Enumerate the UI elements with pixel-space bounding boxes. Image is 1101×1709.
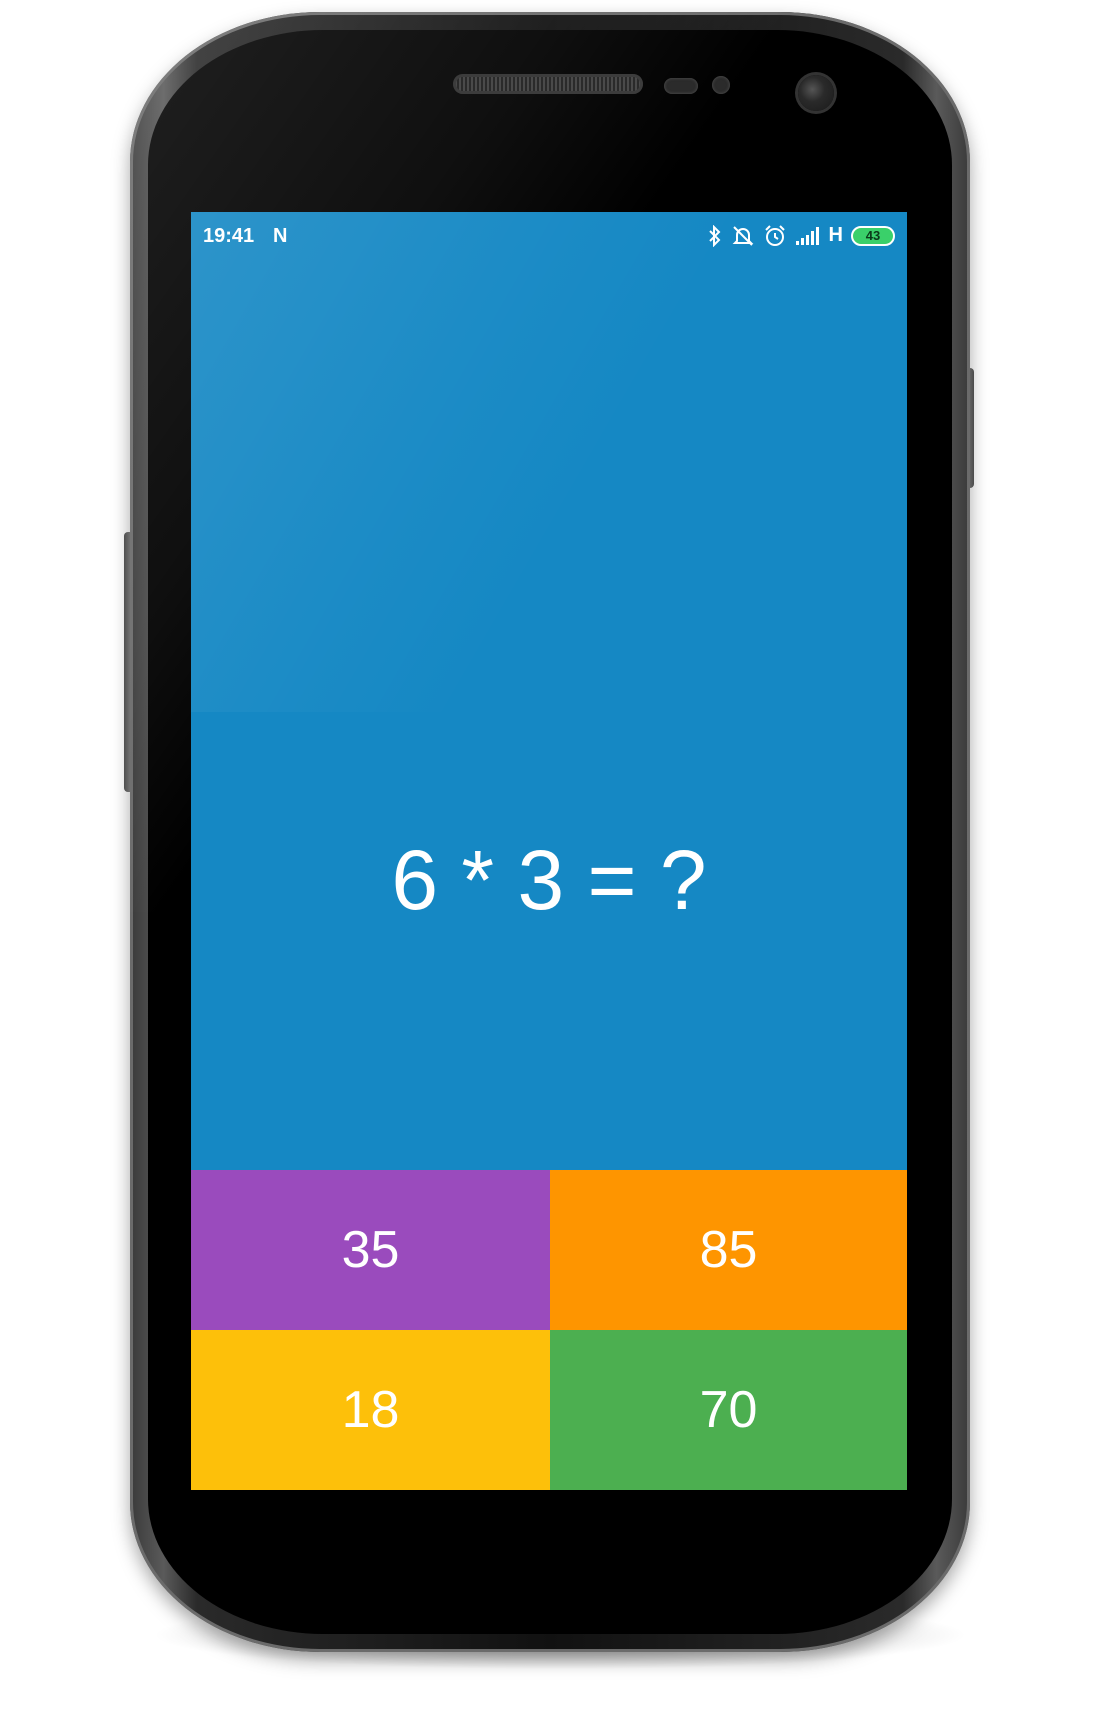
status-time: 19:41 [203,225,255,247]
device-mockup: 19:41 N H 43 6 * 3 = ? 35 85 18 70 [0,0,1101,1709]
status-bar: 19:41 N H 43 [191,212,907,262]
answer-button-3[interactable]: 18 [191,1330,550,1490]
network-type: H [828,224,843,246]
proximity-sensor [664,78,698,94]
alarm-off-icon [732,225,753,246]
signal-icon [795,226,819,245]
light-sensor [712,76,730,94]
answer-button-2[interactable]: 85 [550,1170,907,1330]
battery-level: 43 [865,228,881,243]
bluetooth-icon [708,224,720,247]
answer-button-4[interactable]: 70 [550,1330,907,1490]
battery-icon: 43 [851,225,895,246]
answer-button-1[interactable]: 35 [191,1170,550,1330]
status-icons: H 43 [707,224,895,247]
answer-grid: 35 85 18 70 [191,1170,907,1490]
screen-glare [191,212,907,712]
front-camera [798,75,834,111]
alarm-clock-icon [764,224,785,246]
notification-n-icon: N [273,225,288,247]
earpiece-speaker [453,74,643,94]
math-question: 6 * 3 = ? [391,833,707,927]
app-screen: 19:41 N H 43 6 * 3 = ? 35 85 18 70 [191,212,907,1490]
